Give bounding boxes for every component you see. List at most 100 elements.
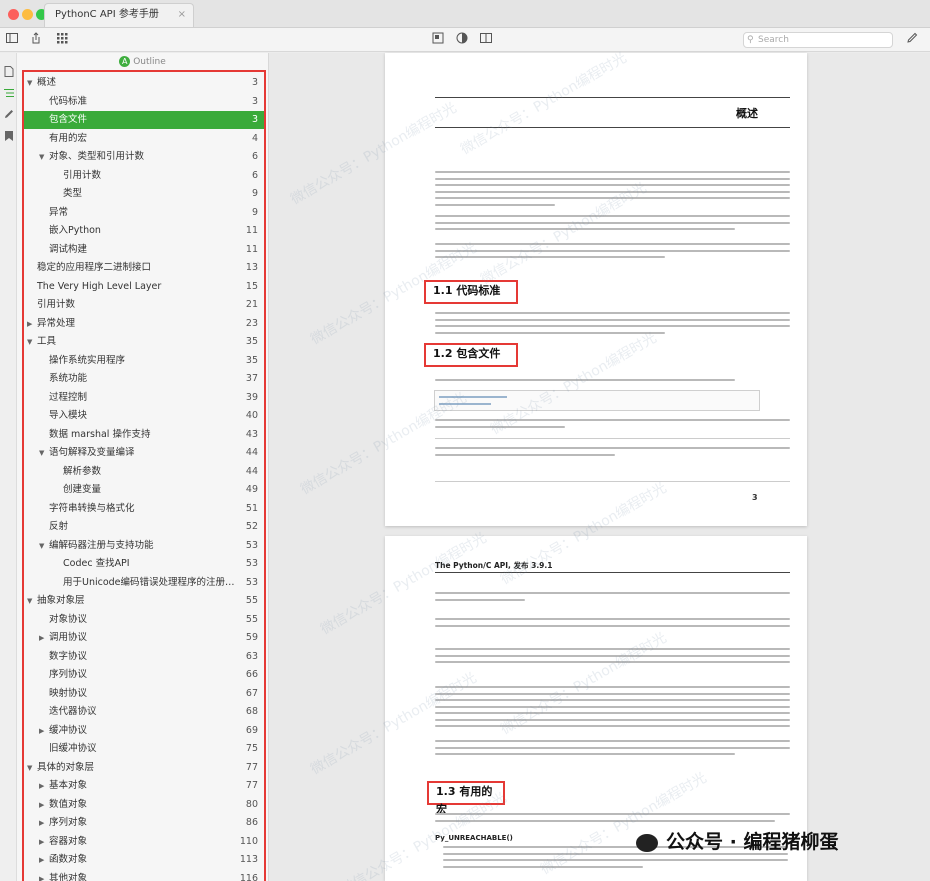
outline-item[interactable]: ▶ 序列对象 86 bbox=[24, 814, 264, 832]
outline-item[interactable]: Codec 查找API 53 bbox=[24, 555, 264, 573]
close-window-button[interactable] bbox=[8, 9, 19, 20]
outline-item[interactable]: ▼ 抽象对象层 55 bbox=[24, 592, 264, 610]
outline-item[interactable]: 迭代器协议 68 bbox=[24, 703, 264, 721]
section-heading-1-2[interactable]: 1.2 包含文件 bbox=[424, 343, 518, 367]
disclosure-collapsed-icon[interactable]: ▶ bbox=[39, 833, 44, 851]
outline-item[interactable]: 嵌入Python 11 bbox=[24, 222, 264, 240]
outline-item[interactable]: 类型 9 bbox=[24, 185, 264, 203]
disclosure-expanded-icon[interactable]: ▼ bbox=[27, 759, 32, 777]
outline-item[interactable]: The Very High Level Layer 15 bbox=[24, 278, 264, 296]
outline-item[interactable]: 数字协议 63 bbox=[24, 648, 264, 666]
disclosure-expanded-icon[interactable]: ▼ bbox=[27, 592, 32, 610]
disclosure-collapsed-icon[interactable]: ▶ bbox=[39, 777, 44, 795]
outline-item[interactable]: 调试构建 11 bbox=[24, 241, 264, 259]
page-chapter-title: 概述 bbox=[736, 107, 758, 120]
share-icon[interactable] bbox=[28, 32, 44, 48]
outline-item[interactable]: 导入模块 40 bbox=[24, 407, 264, 425]
disclosure-collapsed-icon[interactable]: ▶ bbox=[39, 814, 44, 832]
page-header-rule bbox=[435, 572, 790, 573]
outline-panel: A Outline ▼ 概述 3 代码标准 3 包含文件 3 有用的宏 4 ▼ 对象、类型和引用计数 6… bbox=[17, 53, 268, 881]
outline-item[interactable]: 创建变量 49 bbox=[24, 481, 264, 499]
outline-list-icon[interactable] bbox=[3, 88, 14, 99]
outline-item[interactable]: 稳定的应用程序二进制接口 13 bbox=[24, 259, 264, 277]
bookmark-icon[interactable] bbox=[3, 131, 14, 142]
outline-item[interactable]: ▶ 数值对象 80 bbox=[24, 796, 264, 814]
disclosure-expanded-icon[interactable]: ▼ bbox=[27, 333, 32, 351]
outline-item[interactable]: 用于Unicode编码错误处理程序的注册… 53 bbox=[24, 574, 264, 592]
outline-item-page: 63 bbox=[245, 650, 258, 662]
outline-item[interactable]: ▼ 具体的对象层 77 bbox=[24, 759, 264, 777]
outline-item[interactable]: 映射协议 67 bbox=[24, 685, 264, 703]
text-line bbox=[435, 819, 775, 822]
disclosure-expanded-icon[interactable]: ▼ bbox=[39, 148, 44, 166]
outline-item-label: 抽象对象层 bbox=[37, 595, 85, 606]
crop-icon[interactable] bbox=[430, 32, 446, 48]
outline-item[interactable]: ▼ 编解码器注册与支持功能 53 bbox=[24, 537, 264, 555]
outline-item-label: 嵌入Python bbox=[49, 225, 101, 236]
document-tab[interactable]: PythonC API 参考手册 × bbox=[44, 3, 194, 27]
outline-item[interactable]: 过程控制 39 bbox=[24, 389, 264, 407]
outline-item[interactable]: 异常 9 bbox=[24, 204, 264, 222]
outline-item[interactable]: 旧缓冲协议 75 bbox=[24, 740, 264, 758]
outline-item[interactable]: 反射 52 bbox=[24, 518, 264, 536]
outline-item[interactable]: ▶ 基本对象 77 bbox=[24, 777, 264, 795]
page-title-rule bbox=[435, 127, 790, 128]
disclosure-expanded-icon[interactable]: ▼ bbox=[27, 74, 32, 92]
outline-item[interactable]: 引用计数 6 bbox=[24, 167, 264, 185]
grid-view-icon[interactable] bbox=[54, 32, 70, 48]
outline-item-page: 77 bbox=[245, 761, 258, 773]
section-heading-1-3[interactable]: 1.3 有用的宏 bbox=[427, 781, 505, 816]
edit-pencil-icon[interactable] bbox=[904, 32, 920, 48]
minimize-window-button[interactable] bbox=[22, 9, 33, 20]
outline-item[interactable]: ▶ 容器对象 110 bbox=[24, 833, 264, 851]
disclosure-collapsed-icon[interactable]: ▶ bbox=[39, 870, 44, 881]
outline-item[interactable]: 系统功能 37 bbox=[24, 370, 264, 388]
text-line bbox=[435, 598, 525, 601]
annotation-pen-icon[interactable] bbox=[3, 109, 14, 120]
outline-item[interactable]: 有用的宏 4 bbox=[24, 130, 264, 148]
outline-item[interactable]: ▼ 工具 35 bbox=[24, 333, 264, 351]
sidebar-toggle-icon[interactable] bbox=[4, 32, 20, 48]
outline-item[interactable]: ▼ 概述 3 bbox=[24, 74, 264, 92]
outline-item[interactable]: 字符串转换与格式化 51 bbox=[24, 500, 264, 518]
outline-item[interactable]: ▶ 异常处理 23 bbox=[24, 315, 264, 333]
disclosure-collapsed-icon[interactable]: ▶ bbox=[39, 796, 44, 814]
outline-item[interactable]: ▶ 其他对象 116 bbox=[24, 870, 264, 881]
disclosure-collapsed-icon[interactable]: ▶ bbox=[27, 315, 32, 333]
tab-close-icon[interactable]: × bbox=[178, 4, 186, 26]
text-line bbox=[435, 325, 790, 327]
page-number: 3 bbox=[752, 493, 758, 502]
disclosure-collapsed-icon[interactable]: ▶ bbox=[39, 851, 44, 869]
outline-item[interactable]: 对象协议 55 bbox=[24, 611, 264, 629]
disclosure-expanded-icon[interactable]: ▼ bbox=[39, 444, 44, 462]
outline-item[interactable]: 引用计数 21 bbox=[24, 296, 264, 314]
book-icon[interactable] bbox=[478, 32, 494, 48]
theme-icon[interactable] bbox=[454, 32, 470, 48]
outline-item[interactable]: 代码标准 3 bbox=[24, 93, 264, 111]
outline-item[interactable]: ▶ 函数对象 113 bbox=[24, 851, 264, 869]
outline-item-label: Codec 查找API bbox=[63, 558, 130, 569]
outline-item[interactable]: ▼ 对象、类型和引用计数 6 bbox=[24, 148, 264, 166]
outline-item[interactable]: 解析参数 44 bbox=[24, 463, 264, 481]
search-box[interactable]: ⚲ Search bbox=[743, 32, 893, 48]
outline-item[interactable]: 数据 marshal 操作支持 43 bbox=[24, 426, 264, 444]
outline-item-page: 43 bbox=[245, 428, 258, 440]
section-heading-1-1[interactable]: 1.1 代码标准 bbox=[424, 280, 518, 304]
outline-item[interactable]: 包含文件 3 bbox=[24, 111, 264, 129]
outline-item[interactable]: ▶ 缓冲协议 69 bbox=[24, 722, 264, 740]
outline-item[interactable]: 序列协议 66 bbox=[24, 666, 264, 684]
outline-item-label: 过程控制 bbox=[49, 391, 88, 403]
outline-item-page: 116 bbox=[239, 872, 258, 881]
document-icon[interactable] bbox=[3, 66, 14, 77]
outline-item[interactable]: ▼ 语句解释及变量编译 44 bbox=[24, 444, 264, 462]
disclosure-expanded-icon[interactable]: ▼ bbox=[39, 537, 44, 555]
outline-item-label: 解析参数 bbox=[63, 465, 102, 477]
disclosure-collapsed-icon[interactable]: ▶ bbox=[39, 629, 44, 647]
outline-item[interactable]: ▶ 调用协议 59 bbox=[24, 629, 264, 647]
outline-item[interactable]: 操作系统实用程序 35 bbox=[24, 352, 264, 370]
tab-title: PythonC API 参考手册 bbox=[55, 9, 159, 20]
outline-item-page: 69 bbox=[245, 724, 258, 736]
disclosure-collapsed-icon[interactable]: ▶ bbox=[39, 722, 44, 740]
outline-item-page: 53 bbox=[245, 539, 258, 551]
outline-item-label: 字符串转换与格式化 bbox=[49, 502, 135, 514]
